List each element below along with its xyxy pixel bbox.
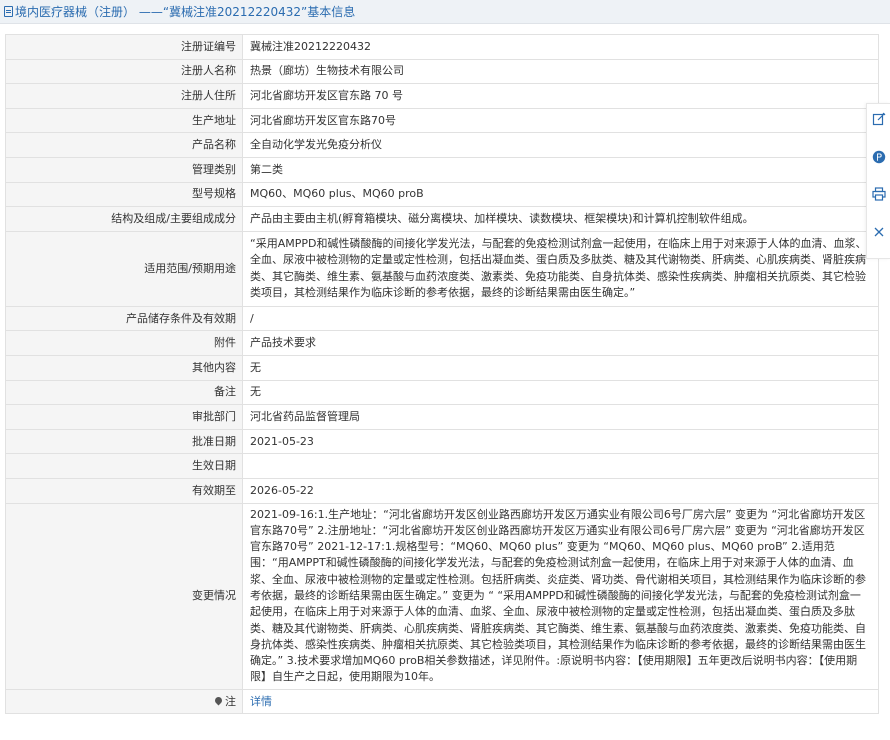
row-label: 型号规格 xyxy=(5,181,243,208)
table-row: 附件 产品技术要求 xyxy=(5,330,879,356)
row-label: 注册证编号 xyxy=(5,34,243,60)
row-label: 管理类别 xyxy=(5,156,243,183)
table-row: 结构及组成/主要组成成分 产品由主要由主机(孵育箱模块、磁分离模块、加样模块、读… xyxy=(5,206,879,232)
table-row: 产品储存条件及有效期 / xyxy=(5,305,879,332)
table-row: 变更情况 2021-09-16:1.生产地址：“河北省廊坊开发区创业路西廊坊开发… xyxy=(5,502,879,690)
row-value: 产品技术要求 xyxy=(242,330,879,356)
row-value: 河北省药品监督管理局 xyxy=(242,404,879,430)
table-row: 审批部门 河北省药品监督管理局 xyxy=(5,404,879,430)
row-value: 无 xyxy=(242,354,879,381)
pin-icon xyxy=(213,695,224,706)
row-label: 审批部门 xyxy=(5,404,243,430)
row-value: 产品由主要由主机(孵育箱模块、磁分离模块、加样模块、读数模块、框架模块)和计算机… xyxy=(242,206,879,232)
info-table: 注册证编号 冀械注准20212220432 注册人名称 热景（廊坊）生物技术有限… xyxy=(5,34,879,715)
edit-icon[interactable] xyxy=(871,111,887,127)
row-value: 第二类 xyxy=(242,156,879,183)
table-row: 注册人住所 河北省廊坊开发区官东路 70 号 xyxy=(5,83,879,109)
row-label: 注册人名称 xyxy=(5,58,243,85)
side-toolbar xyxy=(866,103,890,259)
row-label: 变更情况 xyxy=(5,502,243,690)
row-value xyxy=(242,453,879,479)
table-row: 生效日期 xyxy=(5,453,879,479)
p-circle-icon[interactable] xyxy=(871,149,887,165)
row-value-cell: 详情 xyxy=(242,688,879,715)
table-row: 批准日期 2021-05-23 xyxy=(5,428,879,455)
row-label: 生效日期 xyxy=(5,453,243,479)
row-value: 2021-05-23 xyxy=(242,428,879,455)
table-row: 备注 无 xyxy=(5,379,879,406)
row-value: 2026-05-22 xyxy=(242,477,879,504)
note-label-cell: 注 xyxy=(5,688,243,715)
row-label: 产品名称 xyxy=(5,132,243,158)
page-title: 境内医疗器械（注册） ——“冀械注准20212220432”基本信息 xyxy=(15,5,356,19)
table-row: 产品名称 全自动化学发光免疫分析仪 xyxy=(5,132,879,158)
table-row: 有效期至 2026-05-22 xyxy=(5,477,879,504)
row-label: 适用范围/预期用途 xyxy=(5,230,243,307)
row-value: 2021-09-16:1.生产地址：“河北省廊坊开发区创业路西廊坊开发区万通实业… xyxy=(242,502,879,690)
row-value: MQ60、MQ60 plus、MQ60 proB xyxy=(242,181,879,208)
row-value: 河北省廊坊开发区官东路70号 xyxy=(242,107,879,134)
row-label: 批准日期 xyxy=(5,428,243,455)
row-value: / xyxy=(242,305,879,332)
table-row: 注 详情 xyxy=(5,688,879,715)
row-label: 其他内容 xyxy=(5,354,243,381)
page-header: 境内医疗器械（注册） ——“冀械注准20212220432”基本信息 xyxy=(0,0,890,24)
table-row: 型号规格 MQ60、MQ60 plus、MQ60 proB xyxy=(5,181,879,208)
row-label: 注 xyxy=(225,694,236,708)
document-icon xyxy=(4,6,13,17)
table-row: 注册证编号 冀械注准20212220432 xyxy=(5,34,879,60)
row-label: 生产地址 xyxy=(5,107,243,134)
row-label: 注册人住所 xyxy=(5,83,243,109)
row-label: 产品储存条件及有效期 xyxy=(5,305,243,332)
row-value: 冀械注准20212220432 xyxy=(242,34,879,60)
table-row: 注册人名称 热景（廊坊）生物技术有限公司 xyxy=(5,58,879,85)
details-link[interactable]: 详情 xyxy=(250,695,272,708)
table-row: 生产地址 河北省廊坊开发区官东路70号 xyxy=(5,107,879,134)
row-value: 河北省廊坊开发区官东路 70 号 xyxy=(242,83,879,109)
close-icon[interactable] xyxy=(871,224,887,240)
table-row: 管理类别 第二类 xyxy=(5,156,879,183)
row-label: 结构及组成/主要组成成分 xyxy=(5,206,243,232)
row-value: 全自动化学发光免疫分析仪 xyxy=(242,132,879,158)
row-value: 无 xyxy=(242,379,879,406)
row-label: 备注 xyxy=(5,379,243,406)
table-row: 适用范围/预期用途 “采用AMPPD和碱性磷酸酶的间接化学发光法，与配套的免疫检… xyxy=(5,230,879,307)
row-label: 有效期至 xyxy=(5,477,243,504)
row-value: 热景（廊坊）生物技术有限公司 xyxy=(242,58,879,85)
row-value: “采用AMPPD和碱性磷酸酶的间接化学发光法，与配套的免疫检测试剂盒一起使用，在… xyxy=(242,230,879,307)
print-icon[interactable] xyxy=(871,186,887,202)
table-row: 其他内容 无 xyxy=(5,354,879,381)
row-label: 附件 xyxy=(5,330,243,356)
